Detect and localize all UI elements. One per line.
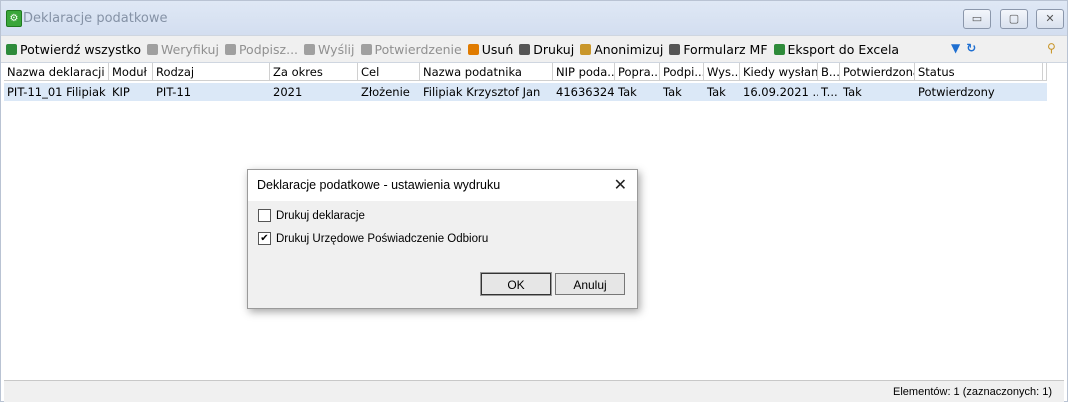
- window-title: Deklaracje podatkowe: [23, 11, 168, 26]
- app-icon: ⚙: [6, 10, 22, 27]
- toolbar-button-1[interactable]: Weryfikuj: [146, 41, 219, 57]
- toolbar-button-7[interactable]: Anonimizuj: [580, 42, 663, 57]
- column-header[interactable]: Nazwa podatnika: [420, 63, 553, 81]
- toolbar-button-label: Usuń: [481, 41, 514, 57]
- table-cell: 2021: [273, 85, 303, 99]
- table-cell: T...: [821, 85, 838, 99]
- column-header[interactable]: Za okres: [270, 63, 358, 81]
- toolbar-button-2[interactable]: Podpisz...: [224, 41, 299, 57]
- ok-button[interactable]: OK: [480, 272, 552, 296]
- column-header[interactable]: Kiedy wysłana: [740, 63, 818, 81]
- toolbar-button-label: Potwierdzenie: [374, 41, 462, 57]
- table-cell: Potwierdzony: [918, 85, 995, 99]
- toolbar: Potwierdź wszystko Weryfikuj Podpisz... Wyś…: [1, 35, 1067, 63]
- table-cell: Tak: [618, 85, 637, 99]
- column-header[interactable]: Wys...: [704, 63, 740, 81]
- column-header[interactable]: Nazwa deklaracji: [4, 63, 109, 81]
- toolbar-button-6[interactable]: Drukuj: [519, 42, 574, 57]
- verify-icon: [146, 43, 158, 55]
- minimize-button[interactable]: ▭: [963, 9, 991, 29]
- toolbar-button-label: Eksport do Excela: [787, 41, 900, 57]
- cancel-button[interactable]: Anuluj: [555, 273, 625, 295]
- toolbar-button-label: Anonimizuj: [594, 41, 664, 57]
- toolbar-button-label: Drukuj: [533, 41, 575, 57]
- table-cell: PIT-11: [156, 85, 192, 99]
- column-header[interactable]: Status: [915, 63, 1043, 81]
- delete-icon: [467, 43, 479, 55]
- toolbar-button-label: Podpisz...: [238, 41, 299, 57]
- anonymize-icon: [580, 43, 592, 55]
- status-bar: Elementów: 1 (zaznaczonych: 1): [4, 380, 1064, 402]
- column-header[interactable]: B...: [818, 63, 840, 81]
- table-cell: PIT-11_01 Filipiak ...: [7, 85, 109, 99]
- toolbar-button-4[interactable]: Potwierdzenie: [360, 41, 462, 57]
- excel-icon: [773, 43, 785, 55]
- option-label: Drukuj Urzędowe Poświadczenie Odbioru: [276, 232, 489, 245]
- search-icon[interactable]: ⚲: [1047, 41, 1056, 55]
- print-form-icon: [669, 43, 681, 55]
- column-header[interactable]: Potwierdzona: [840, 63, 915, 81]
- checkbox-print-declarations[interactable]: [258, 209, 271, 222]
- toolbar-button-9[interactable]: Eksport do Excela: [773, 41, 900, 57]
- send-icon: [304, 43, 316, 55]
- table-cell: 41636324...: [556, 85, 615, 99]
- column-header[interactable]: Moduł: [109, 63, 153, 81]
- table-row[interactable]: PIT-11_01 Filipiak ... KIP PIT-11 2021 Złoże…: [4, 83, 1047, 101]
- table-cell: Tak: [663, 85, 682, 99]
- column-header[interactable]: NIP poda...: [553, 63, 615, 81]
- maximize-button[interactable]: ▢: [1000, 9, 1028, 29]
- receipt-icon: [360, 43, 372, 55]
- print-settings-dialog: Deklaracje podatkowe - ustawienia wydruk…: [247, 169, 638, 309]
- dialog-title-bar: Deklaracje podatkowe - ustawienia wydruk…: [248, 170, 637, 201]
- option-label: Drukuj deklaracje: [276, 209, 365, 222]
- grid-header: Nazwa deklaracji Moduł Rodzaj Za okres Cel Na…: [4, 63, 1064, 82]
- filter-icon[interactable]: ▼: [951, 41, 960, 55]
- table-cell: Filipiak Krzysztof Jan: [423, 85, 541, 99]
- toolbar-button-label: Potwierdź wszystko: [20, 41, 141, 57]
- dialog-close-icon[interactable]: ✕: [614, 175, 627, 194]
- toolbar-button-label: Formularz MF: [683, 41, 768, 57]
- column-header[interactable]: Podpi...: [660, 63, 704, 81]
- refresh-icon[interactable]: ↻: [966, 41, 976, 55]
- toolbar-button-5[interactable]: Usuń: [467, 41, 514, 57]
- column-header-filler: [1043, 63, 1047, 81]
- toolbar-button-label: Wyślij: [318, 41, 355, 57]
- toolbar-button-8[interactable]: Formularz MF: [669, 41, 768, 57]
- sign-icon: [224, 43, 236, 55]
- checkbox-print-upo[interactable]: ✔: [258, 232, 271, 245]
- toolbar-button-0[interactable]: Potwierdź wszystko: [6, 42, 141, 57]
- table-cell: Tak: [843, 85, 862, 99]
- column-header[interactable]: Rodzaj: [153, 63, 270, 81]
- column-header[interactable]: Popra...: [615, 63, 660, 81]
- column-header[interactable]: Cel: [358, 63, 420, 81]
- option-print-declarations[interactable]: Drukuj deklaracje: [258, 209, 365, 222]
- confirm-all-icon: [6, 43, 17, 55]
- table-cell: Tak: [707, 85, 726, 99]
- option-print-upo[interactable]: ✔ Drukuj Urzędowe Poświadczenie Odbioru: [258, 232, 488, 245]
- table-cell: Złożenie: [361, 85, 410, 99]
- dialog-title: Deklaracje podatkowe - ustawienia wydruk…: [257, 178, 501, 192]
- table-cell: KIP: [112, 85, 130, 99]
- close-button[interactable]: ✕: [1036, 9, 1064, 29]
- table-cell: 16.09.2021 ...: [743, 85, 818, 99]
- toolbar-button-3[interactable]: Wyślij: [304, 41, 355, 57]
- title-bar: ⚙ Deklaracje podatkowe ▭ ▢ ✕: [1, 1, 1067, 35]
- status-text: Elementów: 1 (zaznaczonych: 1): [893, 386, 1052, 398]
- toolbar-button-label: Weryfikuj: [160, 41, 219, 57]
- print-icon: [519, 43, 531, 55]
